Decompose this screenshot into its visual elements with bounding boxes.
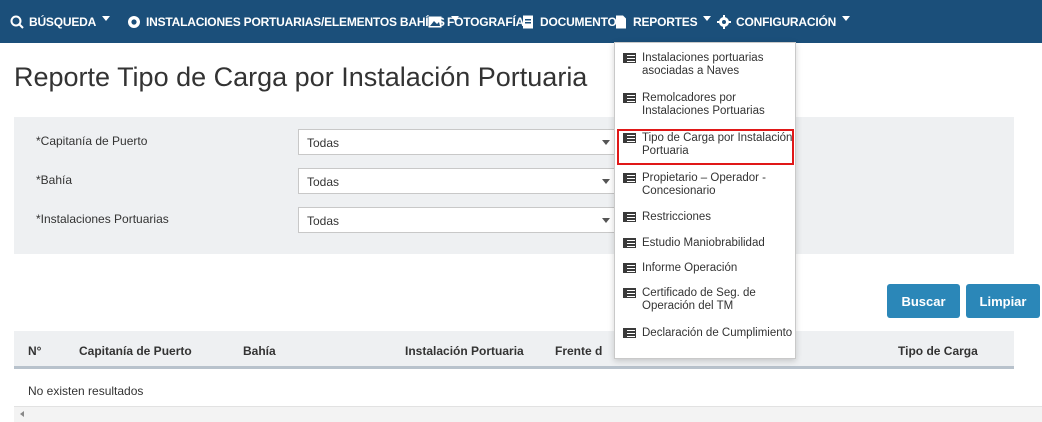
nav-fotografia[interactable]: FOTOGRAFÍA: [428, 0, 524, 43]
instalaciones-label: *Instalaciones Portuarias: [36, 212, 169, 226]
list-icon: [623, 93, 636, 103]
nav-reportes-label: REPORTES: [633, 14, 698, 29]
chevron-down-icon: [602, 179, 610, 184]
menu-item-label: Informe Operación: [642, 262, 738, 274]
table-header: N° Capitanía de Puerto Bahía Instalación…: [14, 331, 1014, 369]
capitania-value: Todas: [307, 136, 340, 150]
page-title: Reporte Tipo de Carga por Instalación Po…: [14, 62, 588, 92]
list-icon: [623, 133, 636, 143]
menu-item-label: Declaración de Cumplimiento: [642, 327, 793, 339]
gear-icon: [717, 14, 731, 29]
horizontal-scrollbar[interactable]: [14, 406, 1042, 422]
col-tipo-carga[interactable]: Tipo de Carga: [898, 344, 978, 358]
bahia-value: Todas: [307, 175, 340, 189]
menu-item-label: Estudio Maniobrabilidad: [642, 237, 765, 249]
document-icon: [523, 15, 533, 28]
nav-documento-label: DOCUMENTO: [540, 14, 617, 29]
buscar-button[interactable]: Buscar: [887, 284, 960, 318]
col-instalacion[interactable]: Instalación Portuaria: [405, 344, 524, 358]
list-icon: [623, 328, 636, 338]
nav-configuracion[interactable]: CONFIGURACIÓN: [717, 0, 851, 43]
nav-instalaciones-label: INSTALACIONES PORTUARIAS/ELEMENTOS BAHÍA…: [146, 14, 445, 29]
nav-busqueda-label: BÚSQUEDA: [29, 14, 97, 29]
nav-busqueda[interactable]: BÚSQUEDA: [10, 0, 111, 43]
list-icon: [623, 288, 636, 298]
file-icon: [616, 15, 626, 28]
lifebuoy-icon: [128, 15, 140, 28]
nav-documento[interactable]: DOCUMENTO: [521, 0, 617, 43]
list-icon: [623, 53, 636, 63]
menu-item-label: Remolcadores por Instalaciones Portuaria…: [642, 92, 765, 117]
capitania-select[interactable]: Todas: [298, 129, 619, 155]
chevron-down-icon: [602, 218, 610, 223]
chevron-down-icon: [842, 16, 851, 21]
bahia-label: *Bahía: [36, 173, 73, 187]
instalaciones-value: Todas: [307, 214, 340, 228]
nav-reportes[interactable]: REPORTES: [614, 0, 712, 43]
limpiar-button[interactable]: Limpiar: [966, 284, 1040, 318]
menu-item-label: Tipo de Carga por Instalación Portuaria: [642, 132, 793, 157]
scroll-left-icon[interactable]: [20, 411, 24, 417]
col-numero[interactable]: N°: [28, 344, 41, 358]
list-icon: [623, 263, 636, 273]
chevron-down-icon: [703, 16, 712, 21]
nav-configuracion-label: CONFIGURACIÓN: [736, 14, 837, 29]
menu-item-label: Restricciones: [642, 211, 712, 223]
menu-item-label: Propietario – Operador - Concesionario: [642, 172, 767, 197]
top-nav: BÚSQUEDA INSTALACIONES PORTUARIAS/ELEMEN…: [0, 0, 1042, 43]
filter-panel: *Capitanía de Puerto Todas *Bahía Todas …: [14, 117, 1014, 254]
col-frente[interactable]: Frente d: [555, 344, 602, 358]
col-bahia[interactable]: Bahía: [243, 344, 276, 358]
chevron-down-icon: [602, 140, 610, 145]
capitania-label: *Capitanía de Puerto: [36, 134, 148, 148]
reportes-menu: Instalaciones portuarias asociadas a Nav…: [614, 42, 796, 359]
col-capitania[interactable]: Capitanía de Puerto: [79, 344, 192, 358]
nav-fotografia-label: FOTOGRAFÍA: [447, 14, 525, 29]
menu-item-label: Instalaciones portuarias asociadas a Nav…: [642, 52, 764, 77]
list-icon: [623, 238, 636, 248]
instalaciones-select[interactable]: Todas: [298, 207, 619, 233]
empty-message: No existen resultados: [28, 384, 144, 398]
list-icon: [623, 173, 636, 183]
image-icon: [428, 16, 442, 27]
nav-instalaciones[interactable]: INSTALACIONES PORTUARIAS/ELEMENTOS BAHÍA…: [127, 0, 459, 43]
chevron-down-icon: [102, 16, 111, 21]
bahia-select[interactable]: Todas: [298, 168, 619, 194]
list-icon: [623, 212, 636, 222]
search-icon: [10, 15, 24, 29]
menu-item-label: Certificado de Seg. de Operación del TM: [642, 287, 756, 312]
